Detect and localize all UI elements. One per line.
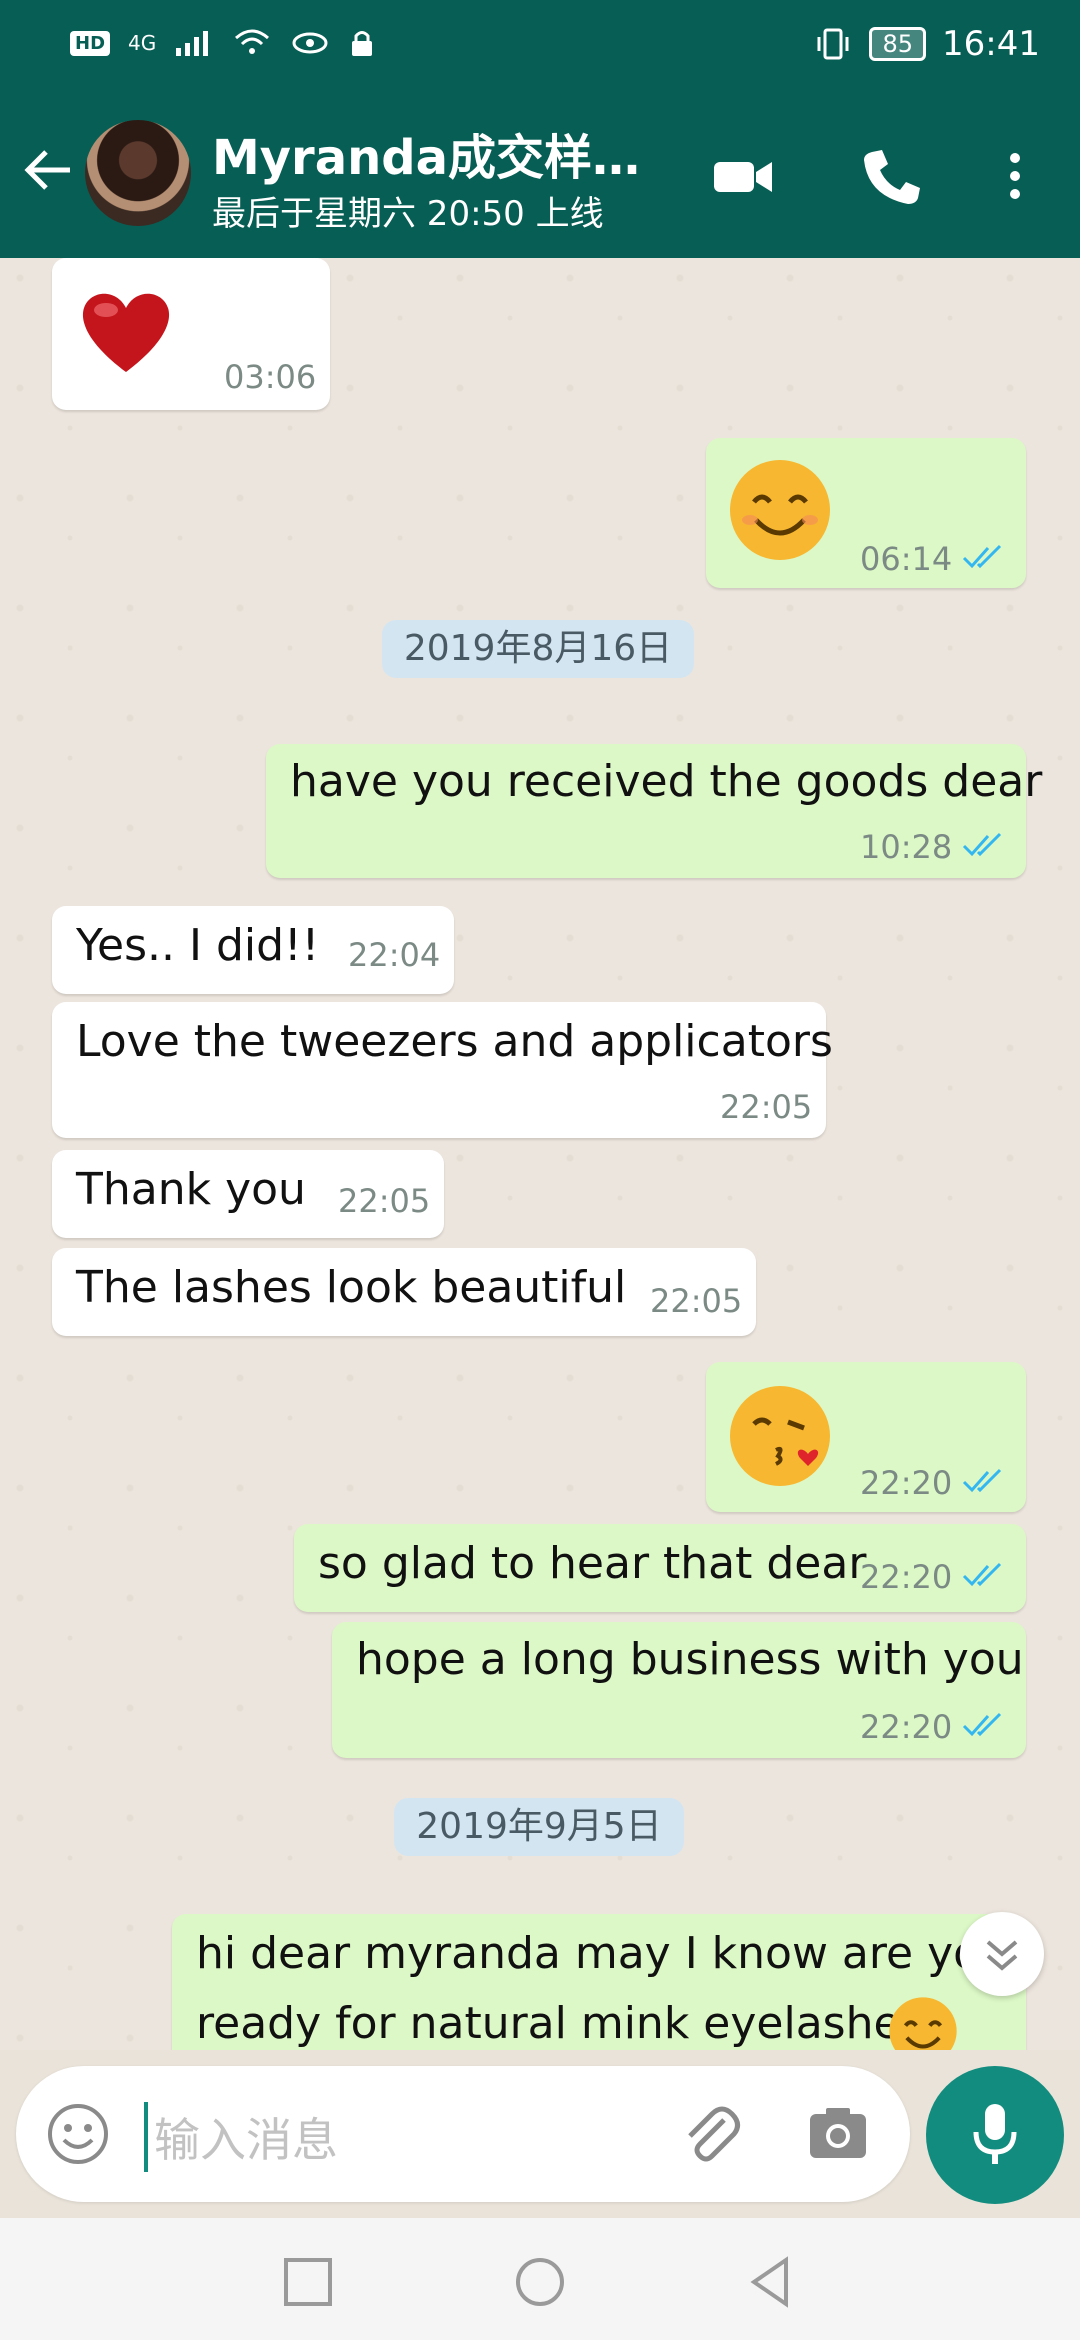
- message-time: 22:20: [860, 1464, 953, 1502]
- message-time: 22:20: [860, 1558, 953, 1596]
- message-text-line-2: ready for natural mink eyelashes: [196, 1998, 924, 2049]
- message-text: Love the tweezers and applicators: [76, 1016, 833, 1067]
- phone-icon[interactable]: [858, 146, 924, 206]
- message-text: have you received the goods dear: [290, 756, 1043, 807]
- kiss-emoji-icon: [730, 1386, 830, 1486]
- message-incoming[interactable]: Love the tweezers and applicators 22:05: [52, 1002, 833, 1138]
- message-time: 22:05: [338, 1182, 431, 1220]
- chat-header: Myranda成交样… 最后于星期六 20:50 上线: [0, 90, 1080, 258]
- signal-icon: [176, 31, 209, 56]
- message-outgoing[interactable]: hi dear myranda may I know are you ready…: [172, 1914, 1026, 2050]
- text-caret: [144, 2102, 148, 2172]
- message-outgoing[interactable]: 06:14: [706, 438, 1026, 588]
- status-left: HD 4G: [70, 28, 376, 58]
- more-vert-icon[interactable]: [1000, 146, 1030, 206]
- lock-icon: [352, 31, 373, 56]
- message-time: 03:06: [224, 358, 317, 396]
- nav-back-icon[interactable]: [742, 2254, 798, 2310]
- message-outgoing[interactable]: hope a long business with you 22:20: [332, 1622, 1026, 1758]
- nav-home-icon[interactable]: [512, 2254, 568, 2310]
- message-text: hope a long business with you: [356, 1634, 1024, 1685]
- avatar[interactable]: [85, 120, 191, 226]
- hd-badge: HD: [70, 30, 111, 56]
- message-time: 22:04: [348, 936, 441, 974]
- heart-emoji-icon: [82, 293, 170, 372]
- message-list[interactable]: 03:06 06:14 2019年8月16日 have you received…: [0, 258, 1080, 2050]
- emoji-icon[interactable]: [46, 2102, 110, 2166]
- read-receipt-icon: [962, 832, 1002, 857]
- message-text: Yes.. I did!!: [76, 920, 320, 971]
- message-text: so glad to hear that dear: [318, 1538, 867, 1589]
- date-separator: 2019年9月5日: [394, 1798, 684, 1856]
- message-outgoing[interactable]: so glad to hear that dear 22:20: [294, 1524, 1026, 1612]
- scroll-down-icon: [986, 1940, 1018, 1971]
- read-receipt-icon: [962, 1468, 1002, 1493]
- message-input-bar: 输入消息: [16, 2066, 910, 2202]
- date-separator: 2019年8月16日: [382, 620, 694, 678]
- attach-icon[interactable]: [676, 2100, 746, 2170]
- contact-name[interactable]: Myranda成交样…: [212, 118, 652, 188]
- mic-icon: [973, 2104, 1017, 2164]
- read-receipt-icon: [962, 544, 1002, 569]
- read-receipt-icon: [962, 1712, 1002, 1737]
- smile-emoji-icon: [889, 1997, 957, 2050]
- camera-icon[interactable]: [806, 2102, 870, 2166]
- message-incoming[interactable]: Thank you 22:05: [52, 1150, 444, 1238]
- last-seen: 最后于星期六 20:50 上线: [212, 194, 604, 234]
- vibrate-icon: [817, 28, 849, 60]
- clock: 16:41: [942, 24, 1040, 64]
- scroll-down-button[interactable]: [960, 1912, 1044, 1996]
- message-time: 22:20: [860, 1708, 953, 1746]
- back-arrow-icon[interactable]: [20, 142, 76, 198]
- status-right: 85 16:41: [813, 24, 1040, 64]
- message-time: 22:05: [720, 1088, 813, 1126]
- system-nav-bar: [0, 2218, 1080, 2340]
- video-call-icon[interactable]: [710, 146, 776, 206]
- message-incoming[interactable]: Yes.. I did!! 22:04: [52, 906, 454, 994]
- message-text-line-1: hi dear myranda may I know are you: [196, 1928, 1008, 1979]
- status-bar: HD 4G 85 16:41: [0, 0, 1080, 90]
- wifi-icon: [235, 29, 270, 54]
- message-incoming[interactable]: 03:06: [52, 258, 330, 410]
- smile-emoji-icon: [730, 460, 830, 560]
- message-input[interactable]: 输入消息: [154, 2104, 338, 2170]
- battery-level: 85: [869, 27, 927, 61]
- message-time: 10:28: [860, 828, 953, 866]
- message-time: 06:14: [860, 540, 953, 578]
- mic-button[interactable]: [926, 2066, 1064, 2204]
- read-receipt-icon: [962, 1562, 1002, 1587]
- message-incoming[interactable]: The lashes look beautiful 22:05: [52, 1248, 756, 1336]
- eye-icon: [292, 32, 328, 54]
- nav-recent-icon[interactable]: [280, 2254, 336, 2310]
- message-outgoing[interactable]: have you received the goods dear 10:28: [266, 744, 1042, 878]
- network-type: 4G: [128, 31, 157, 55]
- message-text: Thank you: [76, 1164, 306, 1215]
- message-text: The lashes look beautiful: [76, 1262, 627, 1313]
- message-outgoing[interactable]: 22:20: [706, 1362, 1026, 1512]
- message-time: 22:05: [650, 1282, 743, 1320]
